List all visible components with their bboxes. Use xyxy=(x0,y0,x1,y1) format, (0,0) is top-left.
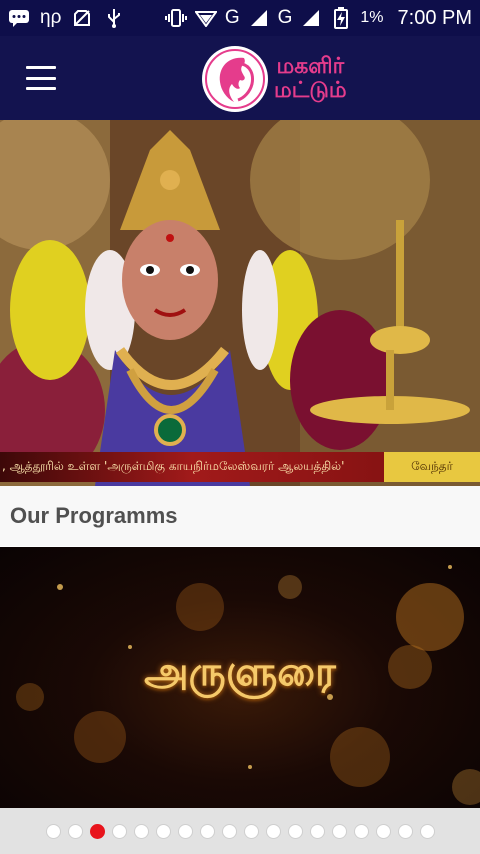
pager-dot[interactable] xyxy=(45,823,61,839)
usb-icon xyxy=(103,7,125,29)
program-title: அருளுரை xyxy=(144,649,336,695)
pager-dot[interactable] xyxy=(199,823,215,839)
app-bar: மகளிர் மட்டும் xyxy=(0,36,480,120)
pager-dot[interactable] xyxy=(133,823,149,839)
ticker-text: , ஆத்தூரில் உள்ள 'அருள்மிகு காயநிர்மலேஸ்… xyxy=(2,459,345,473)
pager-dot[interactable] xyxy=(309,823,325,839)
carousel-pager xyxy=(0,808,480,854)
logo-line-2: மட்டும் xyxy=(274,78,347,103)
wifi-icon xyxy=(194,7,217,29)
status-bar: ηρ G G 1% 7:00 PM xyxy=(0,0,480,36)
pager-dot[interactable] xyxy=(243,823,259,839)
section-title: Our Programms xyxy=(10,503,178,528)
status-left: ηρ xyxy=(8,7,125,29)
pager-dot[interactable] xyxy=(67,823,83,839)
pager-dot[interactable] xyxy=(287,823,303,839)
clock: 7:00 PM xyxy=(397,6,472,29)
status-right: G G 1% 7:00 PM xyxy=(164,6,472,30)
logo-wordmark: மகளிர் மட்டும் xyxy=(274,53,347,103)
program-banner[interactable]: அருளுரை xyxy=(0,547,480,808)
hero-image-deity[interactable]: , ஆத்தூரில் உள்ள 'அருள்மிகு காயநிர்மலேஸ்… xyxy=(0,120,480,486)
logo-line-1: மகளிர் xyxy=(276,53,345,79)
ticker-tag: வேந்தர் xyxy=(384,452,480,482)
pager-dot[interactable] xyxy=(177,823,193,839)
no-sim-icon xyxy=(71,7,93,29)
pager-dot[interactable] xyxy=(221,823,237,839)
pager-dot[interactable] xyxy=(111,823,127,839)
message-icon xyxy=(8,7,30,29)
pager-dot[interactable] xyxy=(419,823,435,839)
pager-dot[interactable] xyxy=(331,823,347,839)
section-header: Our Programms xyxy=(0,486,480,546)
pager-dot[interactable] xyxy=(375,823,391,839)
pager-dot-active[interactable] xyxy=(89,823,105,839)
news-ticker: , ஆத்தூரில் உள்ள 'அருள்மிகு காயநிர்மலேஸ்… xyxy=(0,452,480,482)
battery-percent: 1% xyxy=(360,9,384,26)
pager-dot[interactable] xyxy=(397,823,413,839)
hamburger-menu-icon[interactable] xyxy=(26,66,56,90)
pager-dot[interactable] xyxy=(353,823,369,839)
logo-face-icon xyxy=(202,46,268,112)
signal-icon xyxy=(300,7,322,29)
network-type-2: G xyxy=(277,7,293,28)
app-logo: மகளிர் மட்டும் xyxy=(202,44,392,114)
vibrate-icon xyxy=(164,7,187,29)
battery-charging-icon xyxy=(330,7,352,29)
network-type-1: G xyxy=(224,7,240,28)
signal-icon xyxy=(248,7,270,29)
pager-dot[interactable] xyxy=(265,823,281,839)
carrier-icon: ηρ xyxy=(40,7,62,28)
pager-dot[interactable] xyxy=(155,823,171,839)
